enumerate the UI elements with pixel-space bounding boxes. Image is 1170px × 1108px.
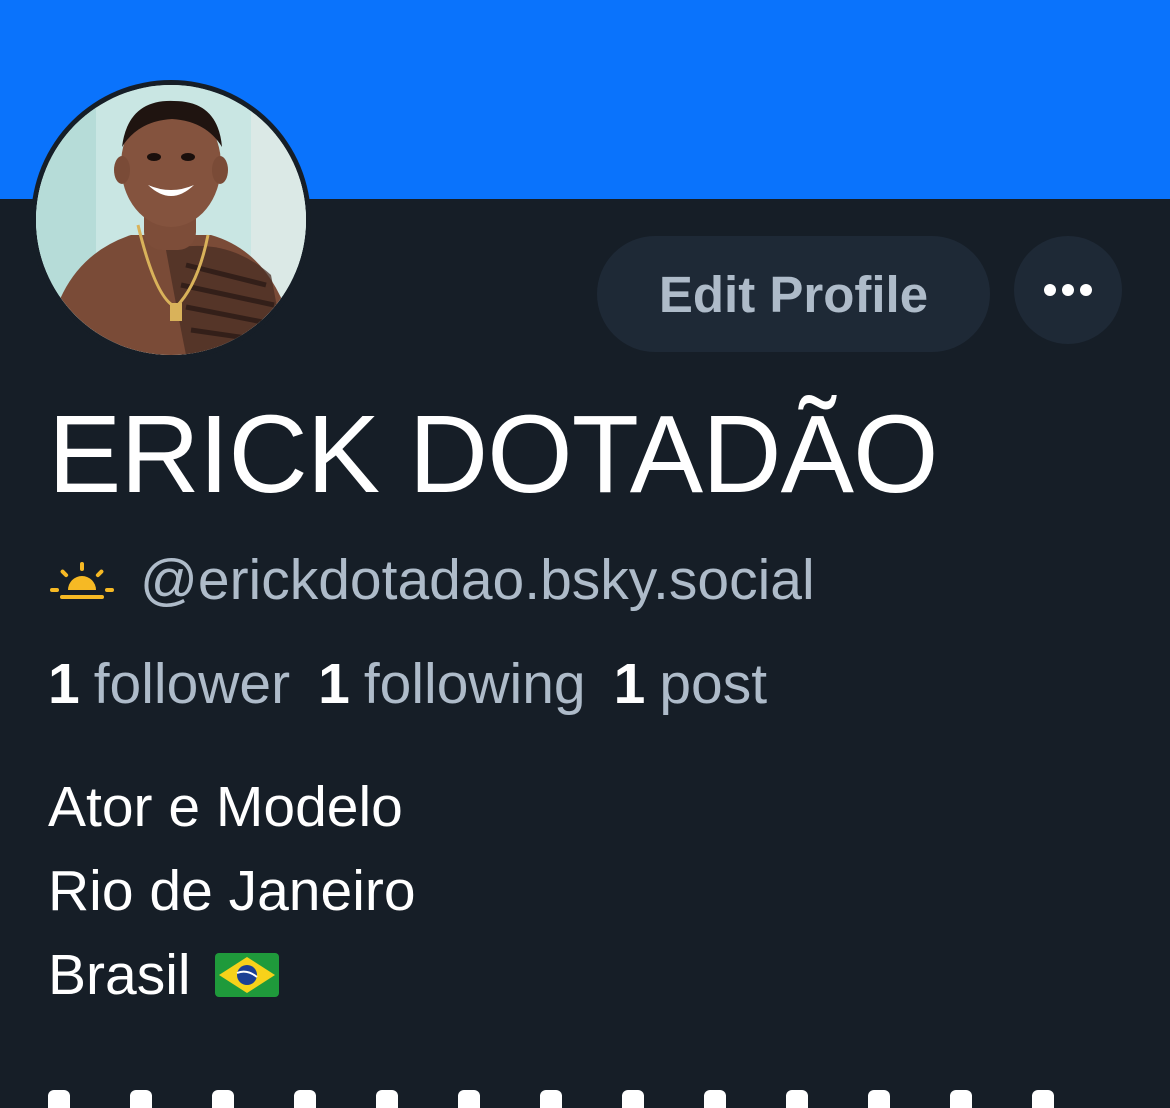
more-options-button[interactable] [1014, 236, 1122, 344]
truncated-content [48, 1090, 1138, 1108]
followers-count: 1 [48, 652, 80, 716]
bio-line: Ator e Modelo [48, 765, 416, 849]
sunrise-icon [50, 562, 114, 599]
following-stat[interactable]: 1 following [318, 651, 586, 717]
avatar[interactable] [31, 80, 311, 360]
profile-page: Edit Profile ERICK DOTADÃO @erickdotadao… [0, 0, 1170, 1108]
handle-row: @erickdotadao.bsky.social [50, 545, 815, 615]
posts-label: post [659, 652, 768, 716]
following-label: following [363, 652, 586, 716]
profile-handle[interactable]: @erickdotadao.bsky.social [140, 547, 815, 613]
following-count: 1 [318, 652, 350, 716]
avatar-photo [36, 85, 306, 355]
posts-stat: 1 post [614, 651, 767, 717]
followers-label: follower [93, 652, 291, 716]
posts-count: 1 [613, 652, 646, 716]
brazil-flag-icon [214, 953, 279, 997]
edit-profile-button[interactable]: Edit Profile [597, 236, 990, 352]
bio-line-text: Rio de Janeiro [48, 859, 416, 923]
profile-stats: 1 follower 1 following 1 post [48, 648, 795, 720]
bio-line: Rio de Janeiro [48, 849, 416, 933]
followers-stat[interactable]: 1 follower [48, 651, 290, 717]
ellipsis-icon [1044, 284, 1092, 296]
display-name: ERICK DOTADÃO [48, 393, 939, 516]
bio-line-text: Brasil [48, 943, 191, 1007]
edit-profile-label: Edit Profile [658, 265, 929, 323]
bio-line-text: Ator e Modelo [48, 775, 403, 839]
bio-line: Brasil [48, 933, 416, 1017]
profile-bio: Ator e Modelo Rio de Janeiro Brasil [48, 765, 416, 1017]
